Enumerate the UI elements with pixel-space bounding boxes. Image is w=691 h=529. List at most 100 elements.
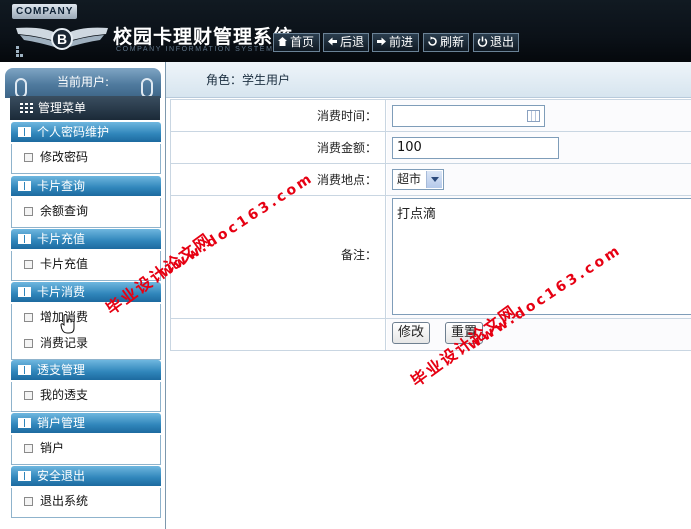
ring-icon [15,78,27,98]
form-row-place: 消费地点： 超市 [171,164,691,196]
menu-item-balance-query[interactable]: 余额查询 [12,198,160,224]
menu-group-card-recharge: 卡片充值 卡片充值 [11,229,161,281]
place-label: 消费地点： [171,164,386,195]
document-icon [24,444,33,453]
menu-group-safe-exit: 安全退出 退出系统 [11,466,161,518]
arrow-right-icon [377,37,386,46]
document-icon [24,313,33,322]
menu-item-label: 修改密码 [40,150,89,164]
home-label: 首页 [290,35,315,49]
group-title-label: 卡片充值 [37,232,86,246]
group-title-label: 安全退出 [37,469,86,483]
time-label: 消费时间： [171,100,386,131]
submit-button[interactable]: 修改 [392,322,430,344]
amount-cell: 100 [387,132,691,163]
book-icon [18,234,31,244]
time-cell [387,100,691,131]
menu-group-body: 销户 [11,435,161,465]
decor-dots [16,46,26,58]
document-icon [24,391,33,400]
role-bar: 角色：学生用户 [166,62,691,98]
book-icon [18,418,31,428]
menu-group-body: 增加消费 消费记录 [11,304,161,360]
consumption-form: 消费时间： 消费金额： 100 消费地点： 超市 备注： 打点滴 修改 重置 [170,99,691,351]
menu-item-my-overdraft[interactable]: 我的透支 [12,382,160,408]
menu-group-title[interactable]: 个人密码维护 [11,122,161,142]
form-row-time: 消费时间： [171,100,691,132]
winged-logo-icon: B [16,27,108,50]
book-icon [18,127,31,137]
menu-group-body: 修改密码 [11,144,161,174]
group-title-label: 个人密码维护 [37,125,110,139]
menu-item-exit-system[interactable]: 退出系统 [12,488,160,514]
menu-group-card-consume: 卡片消费 增加消费 消费记录 [11,282,161,360]
menu-item-card-recharge[interactable]: 卡片充值 [12,251,160,277]
amount-input[interactable]: 100 [392,137,559,159]
menu-item-label: 销户 [40,441,65,455]
menu-group-title[interactable]: 销户管理 [11,413,161,433]
form-row-actions: 修改 重置 [171,319,691,351]
refresh-button[interactable]: 刷新 [423,33,469,52]
calendar-icon[interactable] [527,110,540,122]
home-button[interactable]: 首页 [273,33,320,52]
book-icon [18,287,31,297]
home-icon [278,37,287,46]
note-textarea[interactable]: 打点滴 [392,198,691,315]
menu-group-title[interactable]: 卡片消费 [11,282,161,302]
menu-group-title[interactable]: 安全退出 [11,466,161,486]
form-row-note: 备注： 打点滴 [171,196,691,319]
arrow-left-icon [328,37,337,46]
menu-item-consumption-records[interactable]: 消费记录 [12,330,160,356]
place-select[interactable]: 超市 [392,169,444,190]
system-subtitle: COMPANY INFORMATION SYSTEM [116,46,274,53]
role-label: 角色：学生用户 [206,73,291,87]
menu-group-card-query: 卡片查询 余额查询 [11,176,161,228]
amount-value: 100 [397,140,422,155]
menu-group-title[interactable]: 卡片查询 [11,176,161,196]
reset-button[interactable]: 重置 [445,322,483,344]
group-title-label: 卡片消费 [37,285,86,299]
book-icon [18,181,31,191]
app-header: COMPANY B 校园卡理财管理系统 COMPANY INFORMATION … [0,0,691,62]
menu-group-password: 个人密码维护 修改密码 [11,122,161,174]
back-button[interactable]: 后退 [323,33,369,52]
refresh-icon [428,36,437,46]
book-icon [18,471,31,481]
menu-item-label: 卡片充值 [40,257,89,271]
menu-group-title[interactable]: 卡片充值 [11,229,161,249]
current-user-label: 当前用户: [56,75,110,89]
amount-label: 消费金额： [171,132,386,163]
chevron-down-icon[interactable] [426,171,442,188]
form-row-amount: 消费金额： 100 [171,132,691,164]
exit-button[interactable]: 退出 [473,33,519,52]
menu-group-close-account: 销户管理 销户 [11,413,161,465]
book-icon [18,365,31,375]
document-icon [24,260,33,269]
menu-item-label: 消费记录 [40,336,89,350]
menu-item-add-consumption[interactable]: 增加消费 [12,304,160,330]
forward-button[interactable]: 前进 [372,33,419,52]
exit-label: 退出 [490,35,515,49]
menu-item-close-account[interactable]: 销户 [12,435,160,461]
menu-header-label: 管理菜单 [38,101,87,115]
system-title: 校园卡理财管理系统 [113,26,294,48]
menu-header: 管理菜单 [10,96,160,120]
menu-group-title[interactable]: 透支管理 [11,360,161,380]
group-title-label: 销户管理 [37,416,86,430]
document-icon [24,207,33,216]
ring-icon [141,78,153,98]
place-cell: 超市 [387,164,691,195]
actions-label-cell [171,319,386,350]
menu-item-change-password[interactable]: 修改密码 [12,144,160,170]
document-icon [24,497,33,506]
menu-group-body: 卡片充值 [11,251,161,281]
place-value: 超市 [397,172,422,186]
menu-item-label: 退出系统 [40,494,89,508]
time-input[interactable] [392,105,545,127]
actions-cell: 修改 重置 [387,319,691,350]
note-cell: 打点滴 [387,196,691,318]
menu-item-label: 余额查询 [40,204,89,218]
power-icon [477,36,488,47]
menu-item-label: 我的透支 [40,388,89,402]
refresh-label: 刷新 [440,35,465,49]
